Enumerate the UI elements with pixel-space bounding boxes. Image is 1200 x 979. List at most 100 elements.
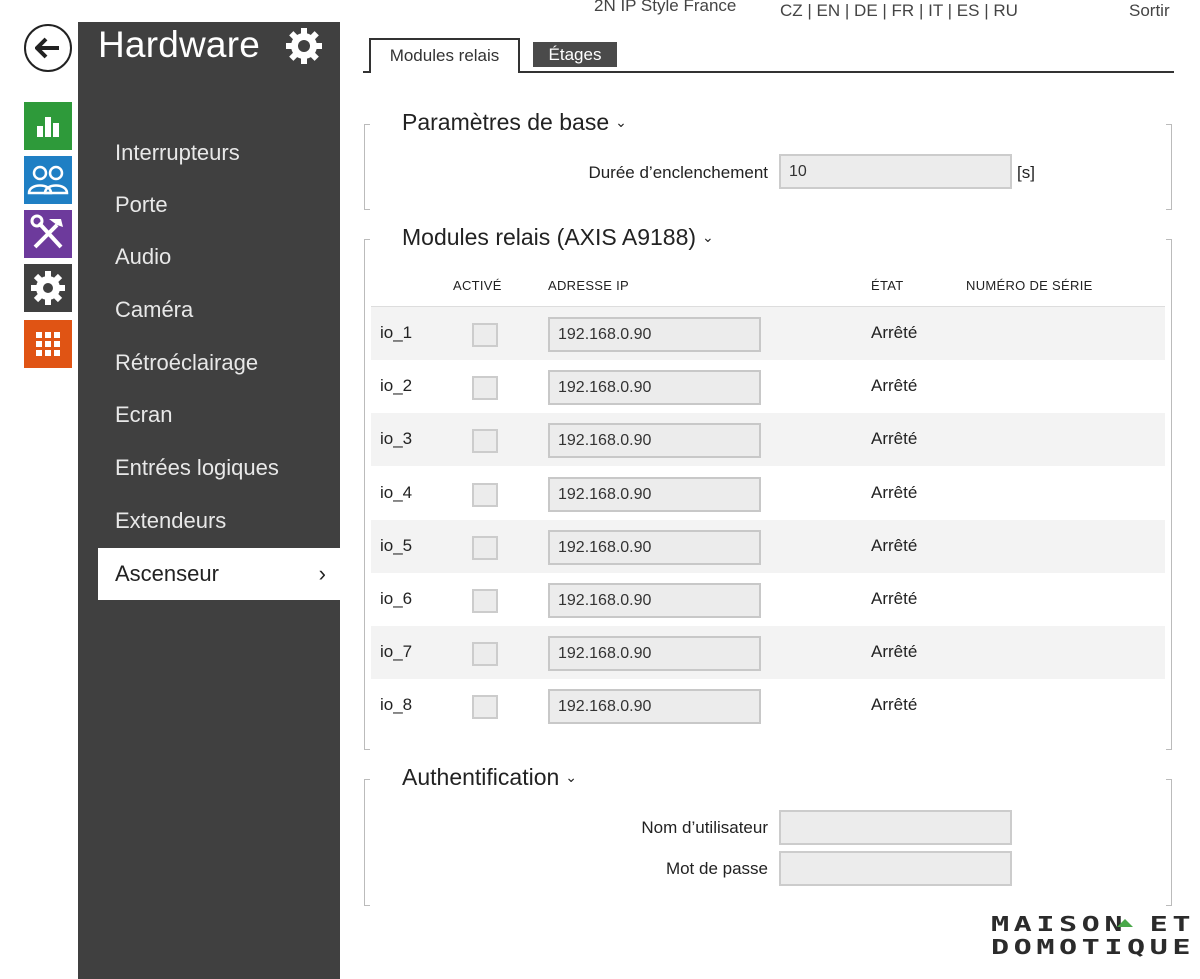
col-header-state: ÉTAT: [871, 278, 904, 293]
relay-name: io_6: [380, 589, 413, 608]
relay-ip-input[interactable]: [548, 689, 761, 724]
chevron-right-icon: ›: [318, 561, 326, 586]
relay-state: Arrêté: [871, 589, 918, 608]
rail-hardware[interactable]: [24, 210, 72, 258]
sidebar-item-audio[interactable]: Audio: [98, 232, 340, 282]
relay-active-checkbox[interactable]: [472, 323, 498, 347]
duration-input[interactable]: [779, 154, 1012, 189]
device-name: 2N IP Style France: [594, 0, 737, 15]
grid-icon: [36, 332, 60, 356]
sidebar-item-interrupteurs[interactable]: Interrupteurs: [98, 128, 340, 178]
sidebar-item-label: Porte: [115, 192, 168, 217]
relay-name: io_2: [380, 376, 413, 395]
section-title-auth[interactable]: Authentification ⌄: [402, 764, 584, 791]
chevron-down-icon: ⌄: [702, 229, 714, 245]
relay-name: io_5: [380, 536, 413, 555]
duration-unit: [s]: [1017, 163, 1035, 182]
relay-ip-input[interactable]: [548, 477, 761, 512]
username-label: Nom d’utilisateur: [641, 818, 768, 837]
rail-services[interactable]: [24, 264, 72, 312]
tab-modules-relais[interactable]: Modules relais: [369, 38, 520, 73]
relay-active-checkbox[interactable]: [472, 642, 498, 666]
col-header-ip: ADRESSE IP: [548, 278, 630, 293]
section-title-basic[interactable]: Paramètres de base ⌄: [402, 109, 633, 136]
username-input[interactable]: [779, 810, 1012, 845]
relay-active-checkbox[interactable]: [472, 695, 498, 719]
relay-ip-input[interactable]: [548, 530, 761, 565]
sidebar-item-label: Interrupteurs: [115, 140, 240, 165]
gear-icon: [286, 28, 322, 64]
relay-state: Arrêté: [871, 642, 918, 661]
relay-state: Arrêté: [871, 323, 918, 342]
rail-directory[interactable]: [24, 156, 72, 204]
relay-name: io_1: [380, 323, 413, 342]
lang-cz[interactable]: CZ: [780, 1, 803, 20]
relay-active-checkbox[interactable]: [472, 536, 498, 560]
relay-ip-input[interactable]: [548, 317, 761, 352]
sidebar-item-retroeclairage[interactable]: Rétroéclairage: [98, 338, 340, 388]
sidebar-item-label: Ecran: [115, 402, 173, 427]
tab-etages[interactable]: Étages: [533, 42, 617, 67]
chevron-down-icon: ⌄: [615, 114, 627, 130]
table-row: io_6 Arrêté: [371, 573, 1165, 626]
language-switcher: CZ | EN | DE | FR | IT | ES | RU: [780, 1, 1018, 20]
lang-fr[interactable]: FR: [892, 1, 915, 20]
sidebar-item-ecran[interactable]: Ecran: [98, 390, 340, 440]
chevron-down-icon: ⌄: [565, 769, 578, 785]
sidebar-item-label: Rétroéclairage: [115, 350, 259, 375]
lang-it[interactable]: IT: [928, 1, 943, 20]
sidebar-item-ascenseur[interactable]: Ascenseur ›: [98, 548, 340, 600]
relay-state: Arrêté: [871, 376, 918, 395]
sidebar-item-porte[interactable]: Porte: [98, 180, 340, 230]
back-button[interactable]: [24, 24, 72, 72]
relay-name: io_4: [380, 483, 413, 502]
lang-ru[interactable]: RU: [993, 1, 1018, 20]
rail-system[interactable]: [24, 320, 72, 368]
sidebar-item-label: Audio: [115, 244, 172, 269]
logo-line1: MAISON ET: [991, 913, 1195, 936]
table-row: io_8 Arrêté: [371, 679, 1165, 732]
lang-de[interactable]: DE: [854, 1, 878, 20]
sidebar: Hardware Interrupteurs Porte Audio Camér…: [78, 22, 340, 979]
section-title-relays[interactable]: Modules relais (AXIS A9188) ⌄: [402, 224, 720, 251]
password-input[interactable]: [779, 851, 1012, 886]
table-row: io_4 Arrêté: [371, 467, 1165, 520]
relay-active-checkbox[interactable]: [472, 429, 498, 453]
table-row: io_1 Arrêté: [371, 307, 1165, 360]
sidebar-item-label: Ascenseur: [115, 561, 219, 586]
relay-active-checkbox[interactable]: [472, 589, 498, 613]
relay-ip-input[interactable]: [548, 636, 761, 671]
table-row: io_7 Arrêté: [371, 626, 1165, 679]
duration-label: Durée d’enclenchement: [588, 163, 768, 182]
table-row: io_2 Arrêté: [371, 360, 1165, 413]
sidebar-item-label: Extendeurs: [115, 508, 227, 533]
bar-chart-icon: [37, 117, 59, 137]
col-header-active: ACTIVÉ: [453, 278, 502, 293]
relay-ip-input[interactable]: [548, 423, 761, 458]
relay-active-checkbox[interactable]: [472, 376, 498, 400]
relay-active-checkbox[interactable]: [472, 483, 498, 507]
relay-name: io_8: [380, 695, 413, 714]
arrow-left-icon: [35, 37, 59, 59]
sidebar-item-label: Entrées logiques: [115, 455, 279, 480]
relay-name: io_7: [380, 642, 413, 661]
users-icon: [27, 165, 69, 195]
logout-link[interactable]: Sortir: [1129, 1, 1170, 21]
section-relay-modules: Modules relais (AXIS A9188) ⌄ ACTIVÉ ADRE…: [364, 224, 1172, 750]
lang-en[interactable]: EN: [817, 1, 841, 20]
sidebar-title: Hardware: [98, 24, 260, 65]
relay-ip-input[interactable]: [548, 583, 761, 618]
sidebar-item-entrees-logiques[interactable]: Entrées logiques: [98, 443, 340, 493]
lang-es[interactable]: ES: [957, 1, 980, 20]
sidebar-item-camera[interactable]: Caméra: [98, 285, 340, 335]
relay-state: Arrêté: [871, 429, 918, 448]
relay-state: Arrêté: [871, 695, 918, 714]
gear-icon: [31, 271, 65, 305]
relay-ip-input[interactable]: [548, 370, 761, 405]
tools-icon: [30, 214, 63, 249]
col-header-serial: NUMÉRO DE SÉRIE: [966, 278, 1093, 293]
rail-status[interactable]: [24, 102, 72, 150]
table-row: io_5 Arrêté: [371, 520, 1165, 573]
sidebar-item-extendeurs[interactable]: Extendeurs: [98, 496, 340, 546]
relay-state: Arrêté: [871, 483, 918, 502]
